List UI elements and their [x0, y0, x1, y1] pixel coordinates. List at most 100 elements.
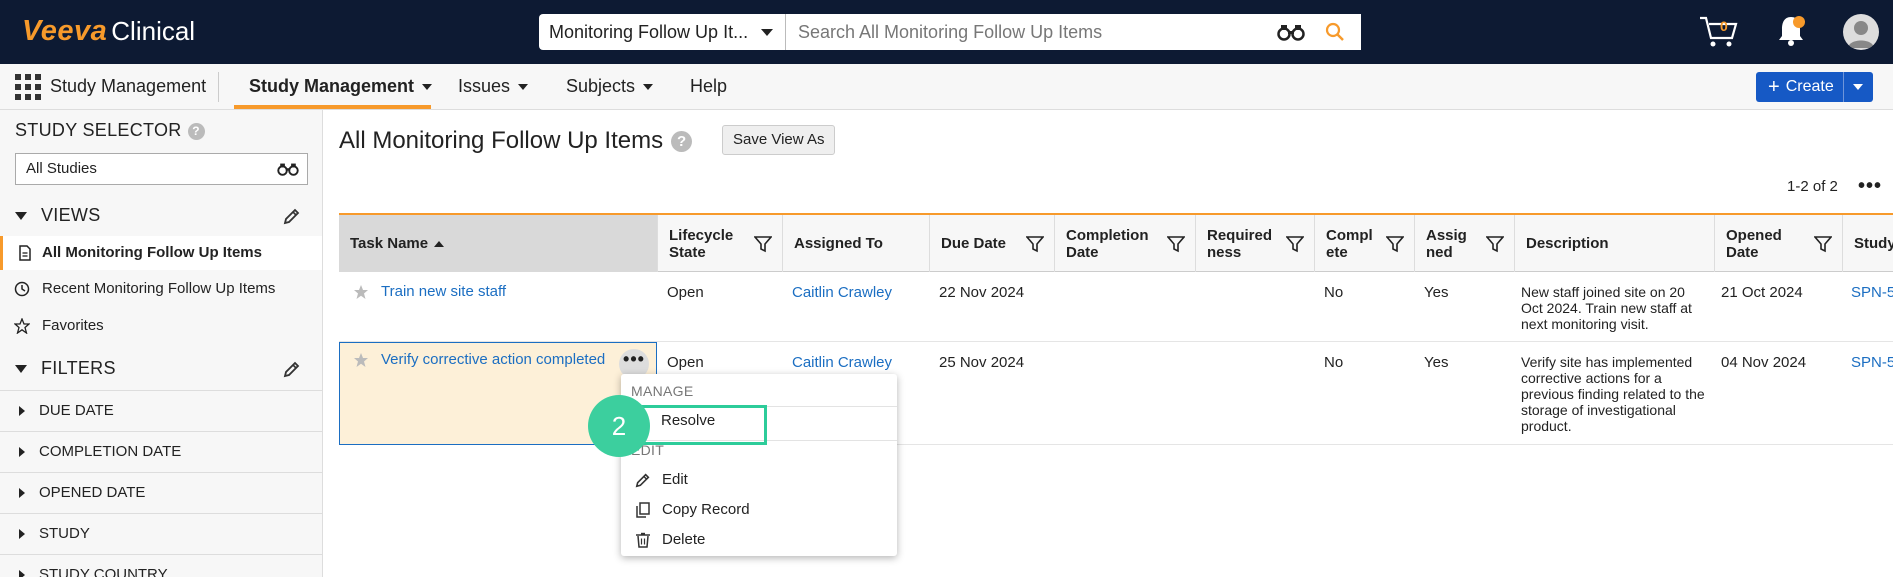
filter-icon[interactable]: [1814, 235, 1832, 253]
task-name-link[interactable]: Verify corrective action completed: [381, 351, 605, 368]
assigned-to-link[interactable]: Caitlin Crawley: [792, 354, 892, 371]
filter-opened-date[interactable]: OPENED DATE: [0, 472, 322, 513]
chevron-right-icon: [19, 529, 25, 539]
chevron-down-icon: [518, 84, 529, 91]
column-task-name[interactable]: Task Name: [339, 215, 658, 272]
column-opened-date[interactable]: Opened Date: [1715, 215, 1843, 272]
binoculars-icon[interactable]: [277, 162, 299, 176]
study-link[interactable]: SPN-5: [1851, 284, 1893, 301]
menu-item-edit[interactable]: Edit: [621, 465, 897, 495]
nav-divider: [218, 72, 219, 102]
star-outline-icon: [14, 318, 30, 334]
logo-product: Clinical: [111, 16, 196, 46]
description: New staff joined site on 20 Oct 2024. Tr…: [1521, 284, 1692, 332]
column-assigned[interactable]: Assig ned: [1415, 215, 1515, 272]
filters-section-toggle[interactable]: FILTERS: [15, 358, 116, 379]
record-count: 1-2 of 2: [1787, 178, 1838, 195]
column-due-date[interactable]: Due Date: [930, 215, 1055, 272]
help-icon[interactable]: ?: [187, 122, 205, 140]
filter-completion-date[interactable]: COMPLETION DATE: [0, 431, 322, 472]
search-input[interactable]: [786, 14, 1361, 50]
column-assigned-to[interactable]: Assigned To: [783, 215, 930, 272]
column-completion-date[interactable]: Completion Date: [1055, 215, 1196, 272]
tab-issues[interactable]: Issues: [458, 76, 529, 97]
plus-icon: +: [1768, 76, 1780, 98]
study-link[interactable]: SPN-5: [1851, 354, 1893, 371]
assigned-value: Yes: [1424, 354, 1449, 371]
sidebar-view-label: All Monitoring Follow Up Items: [42, 244, 262, 261]
column-label: Study: [1854, 235, 1893, 252]
star-icon[interactable]: [353, 352, 369, 368]
filter-label: DUE DATE: [39, 402, 114, 419]
edit-pencil-icon[interactable]: [283, 207, 301, 225]
chevron-right-icon: [19, 570, 25, 577]
binoculars-icon[interactable]: [1277, 23, 1305, 41]
create-dropdown-chevron-icon[interactable]: [1844, 72, 1873, 102]
column-lifecycle-state[interactable]: Lifecycle State: [658, 215, 783, 272]
column-label: Description: [1526, 235, 1609, 252]
assigned-value: Yes: [1424, 284, 1449, 301]
tab-help[interactable]: Help: [690, 76, 727, 97]
filter-study-country[interactable]: STUDY COUNTRY: [0, 554, 322, 577]
column-label: Assigned To: [794, 235, 883, 252]
collapse-icon: [15, 365, 27, 374]
filter-label: OPENED DATE: [39, 484, 146, 501]
filter-icon[interactable]: [1167, 235, 1185, 253]
user-avatar-icon[interactable]: [1843, 14, 1879, 50]
tab-label: Help: [690, 76, 728, 96]
search-scope-label: Monitoring Follow Up It...: [549, 21, 749, 42]
column-label: Compl ete: [1326, 226, 1373, 261]
filter-icon[interactable]: [1486, 235, 1504, 253]
sidebar-view-all-items[interactable]: All Monitoring Follow Up Items: [0, 236, 322, 270]
clock-icon: [14, 281, 30, 297]
description: Verify site has implemented corrective a…: [1521, 354, 1705, 434]
filter-icon[interactable]: [754, 235, 772, 253]
create-main-button[interactable]: + Create: [1756, 72, 1844, 102]
tab-label: Subjects: [566, 76, 636, 96]
star-icon[interactable]: [353, 284, 369, 300]
sidebar-view-favorites[interactable]: Favorites: [0, 309, 322, 343]
column-label: Opened Date: [1726, 226, 1782, 261]
sidebar-view-label: Favorites: [42, 317, 104, 334]
cart-icon[interactable]: [1698, 14, 1740, 50]
assigned-to-link[interactable]: Caitlin Crawley: [792, 284, 892, 301]
filter-icon[interactable]: [1386, 235, 1404, 253]
filter-label: COMPLETION DATE: [39, 443, 182, 460]
veeva-clinical-logo[interactable]: Veeva Clinical: [22, 15, 195, 49]
menu-item-label: Edit: [662, 471, 688, 488]
filter-study[interactable]: STUDY: [0, 513, 322, 554]
column-requiredness[interactable]: Required ness: [1196, 215, 1315, 272]
edit-pencil-icon[interactable]: [283, 360, 301, 378]
study-selector-input[interactable]: All Studies: [15, 153, 308, 185]
menu-item-delete[interactable]: Delete: [621, 525, 897, 555]
menu-item-copy-record[interactable]: Copy Record: [621, 495, 897, 525]
chevron-right-icon: [19, 488, 25, 498]
table-header: Task Name Lifecycle State Assigned To Du…: [339, 213, 1893, 272]
app-launcher-icon[interactable]: [15, 74, 41, 100]
filter-due-date[interactable]: DUE DATE: [0, 390, 322, 431]
search-scope-dropdown[interactable]: Monitoring Follow Up It...: [539, 14, 786, 50]
column-label: Completion Date: [1066, 226, 1149, 261]
menu-header-manage: MANAGE: [631, 383, 694, 399]
tab-subjects[interactable]: Subjects: [566, 76, 654, 97]
page-title: All Monitoring Follow Up Items?: [339, 127, 693, 155]
help-icon[interactable]: ?: [671, 131, 693, 153]
filters-title: FILTERS: [41, 358, 116, 378]
task-name-link[interactable]: Train new site staff: [381, 283, 506, 300]
column-complete[interactable]: Compl ete: [1315, 215, 1415, 272]
sidebar-view-recent-items[interactable]: Recent Monitoring Follow Up Items: [0, 272, 322, 306]
filter-icon[interactable]: [1286, 235, 1304, 253]
views-section-toggle[interactable]: VIEWS: [15, 205, 101, 226]
menu-item-label: Delete: [662, 531, 706, 548]
tab-study-management[interactable]: Study Management: [249, 76, 433, 97]
search-icon[interactable]: [1325, 22, 1345, 42]
more-actions-icon[interactable]: •••: [1858, 176, 1882, 196]
tab-label: Issues: [458, 76, 511, 96]
filter-icon[interactable]: [1026, 235, 1044, 253]
create-button[interactable]: + Create: [1756, 72, 1873, 102]
column-study[interactable]: Study: [1843, 215, 1893, 272]
edit-pencil-icon: [635, 473, 650, 488]
column-description[interactable]: Description: [1515, 215, 1715, 272]
save-view-as-button[interactable]: Save View As: [722, 125, 836, 155]
opened-date: 21 Oct 2024: [1721, 284, 1803, 301]
